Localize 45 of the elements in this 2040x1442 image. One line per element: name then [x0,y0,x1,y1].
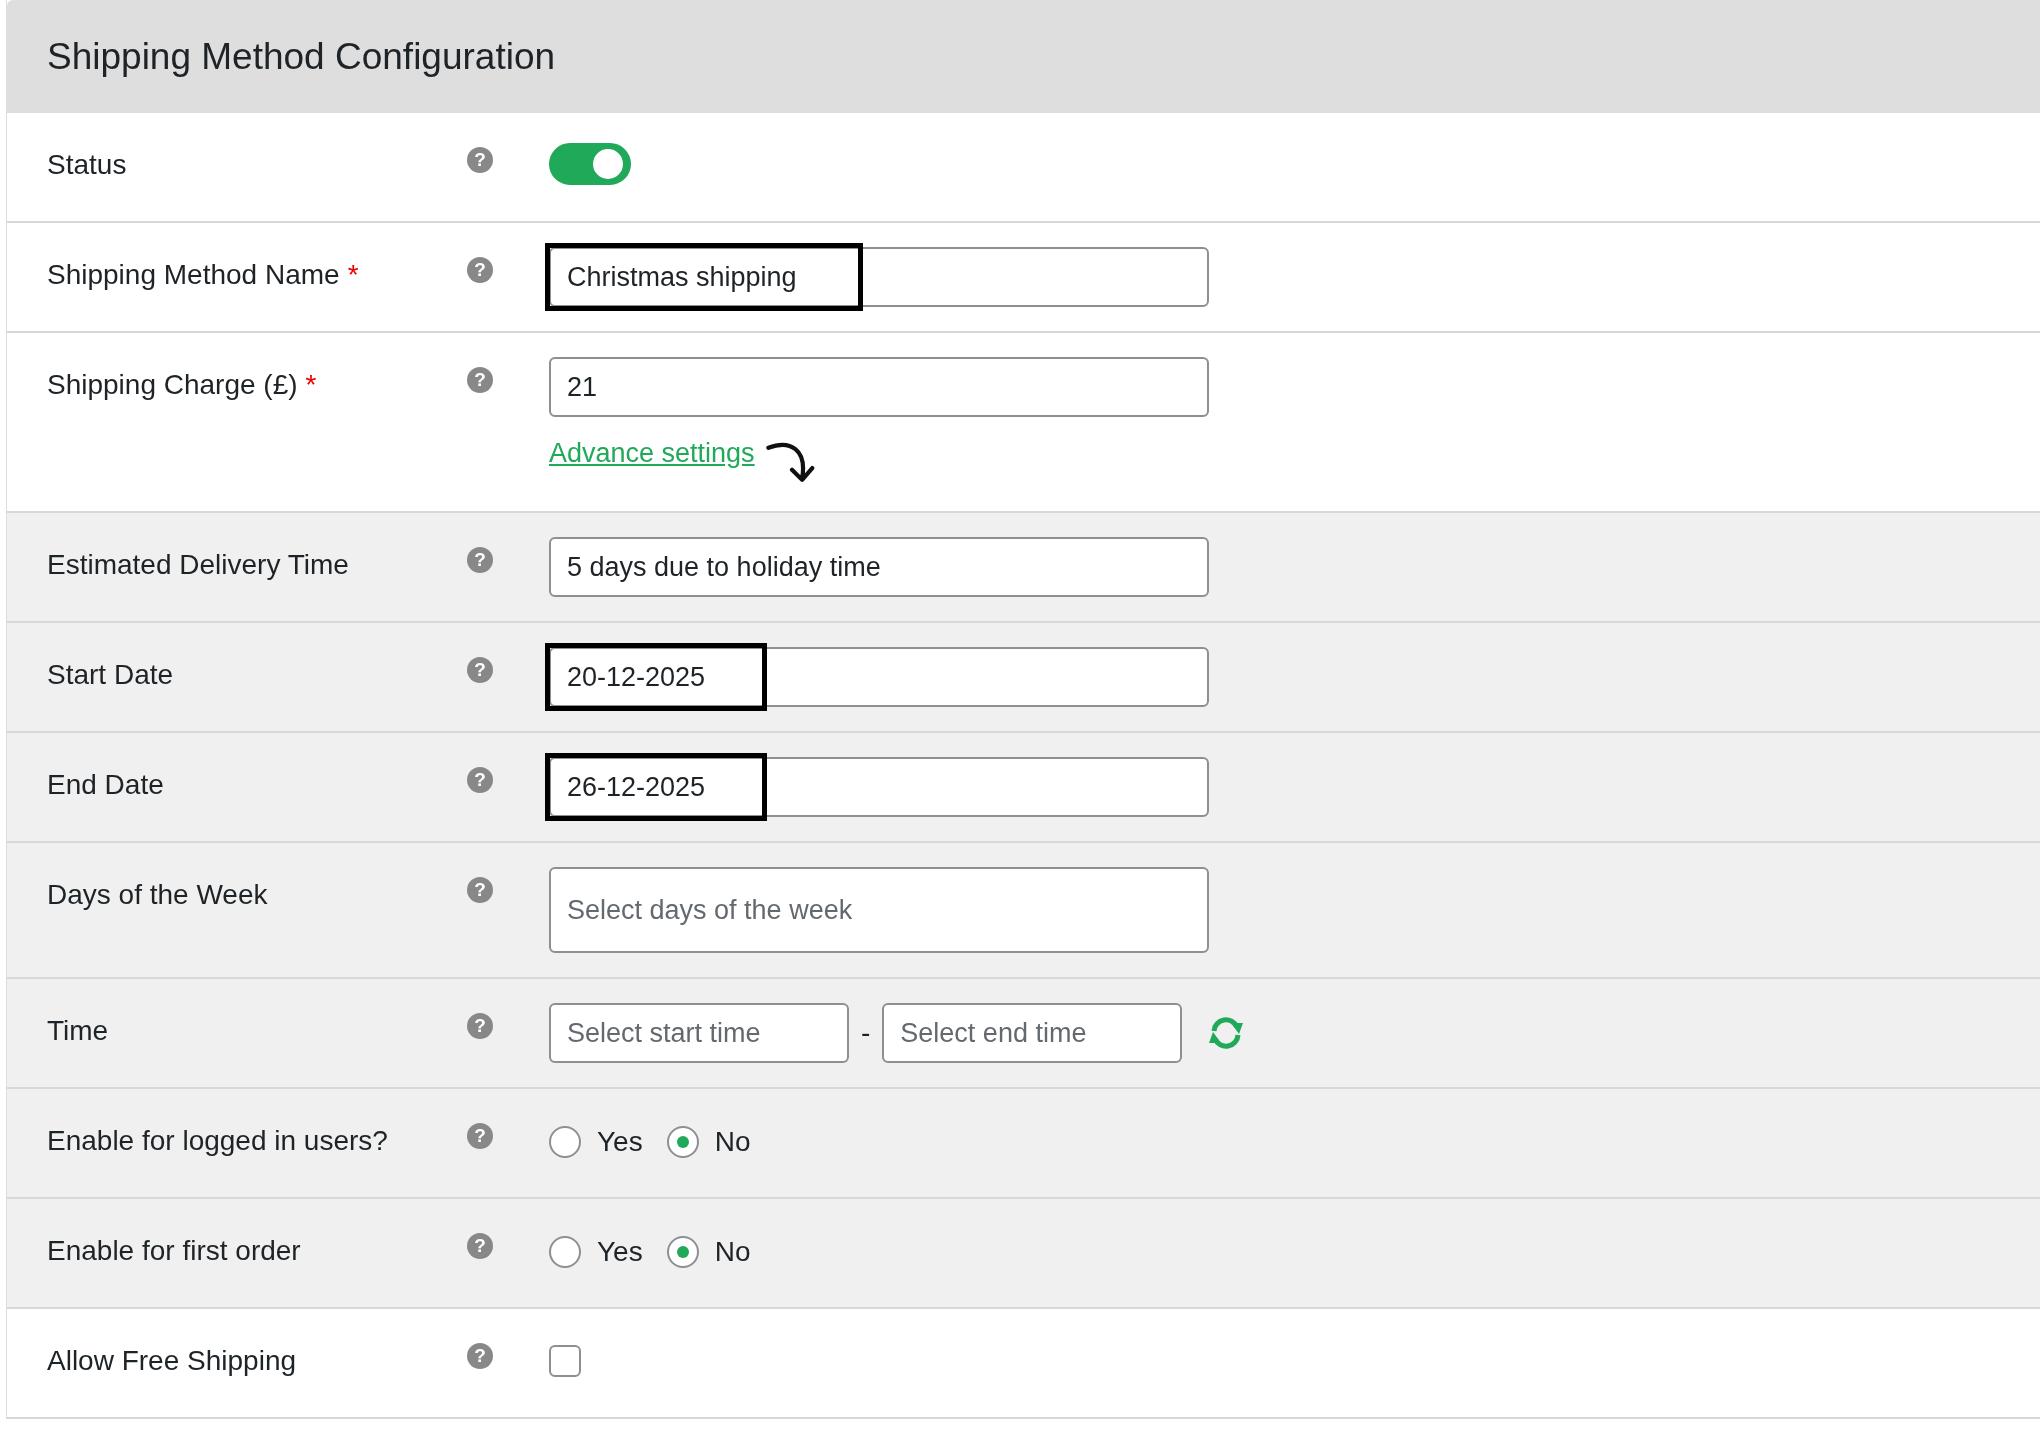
help-icon[interactable]: ? [467,1123,493,1149]
input-field[interactable]: Christmas shipping [549,247,1209,307]
radio-label: Yes [597,1235,643,1269]
field-label: Estimated Delivery Time [47,549,349,580]
input-field[interactable]: 20-12-2025 [549,647,1209,707]
radio-button[interactable] [666,1126,699,1158]
radio-label: Yes [597,1125,643,1159]
field-label: Start Date [47,659,174,690]
field-label: Time [47,1015,109,1046]
help-icon[interactable]: ? [467,1233,493,1259]
checkbox[interactable] [549,1345,581,1377]
input-field[interactable]: Select start time [549,1003,849,1063]
input-field[interactable]: 26-12-2025 [549,757,1209,817]
required-mark: * [347,259,359,290]
field-label: Allow Free Shipping [47,1345,297,1376]
field-label: Status [47,149,127,180]
help-icon[interactable]: ? [467,767,493,793]
help-icon[interactable]: ? [467,657,493,683]
help-icon[interactable]: ? [467,877,493,903]
panel-title: Shipping Method Configuration [47,34,556,79]
radio-button[interactable] [549,1126,581,1158]
input-field[interactable]: Select days of the week [549,867,1209,953]
field-label: Enable for logged in users? [47,1125,388,1156]
help-icon[interactable]: ? [467,1013,493,1039]
radio-label: No [714,1235,751,1269]
field-label: Enable for first order [47,1235,301,1266]
input-field[interactable]: 5 days due to holiday time [549,537,1209,597]
input-field[interactable]: Select end time [882,1003,1183,1063]
field-label: Shipping Method Name [47,259,340,290]
help-icon[interactable]: ? [467,547,493,573]
range-separator: - [860,1016,872,1050]
help-icon[interactable]: ? [467,147,493,173]
input-field[interactable]: 21 [549,357,1209,417]
field-label: End Date [47,769,164,800]
help-icon[interactable]: ? [467,367,493,393]
required-mark: * [305,369,317,400]
radio-label: No [714,1125,751,1159]
field-label: Days of the Week [47,879,268,910]
radio-button[interactable] [549,1236,581,1268]
field-label: Shipping Charge (£) [47,369,298,400]
advance-settings-link[interactable]: Advance settings [549,433,755,474]
radio-button[interactable] [666,1236,699,1268]
help-icon[interactable]: ? [467,1343,493,1369]
help-icon[interactable]: ? [467,257,493,283]
toggle-switch[interactable] [549,143,631,185]
